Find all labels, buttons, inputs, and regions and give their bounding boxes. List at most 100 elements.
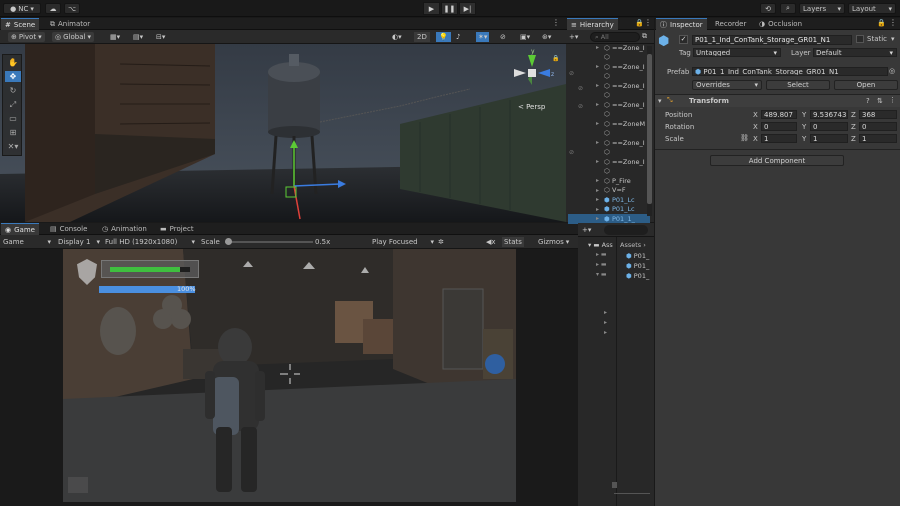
custom-tool-button[interactable]: ✕▾ bbox=[5, 141, 21, 152]
visibility-icon[interactable]: ⊘ bbox=[578, 85, 583, 92]
project-divider[interactable] bbox=[616, 237, 617, 506]
tree-item[interactable]: ▾ ▬ bbox=[596, 271, 607, 278]
tab-animation[interactable]: ◷ Animation bbox=[98, 223, 151, 235]
lock-icon[interactable]: 🔒 bbox=[552, 55, 559, 62]
static-checkbox[interactable] bbox=[856, 35, 864, 43]
open-button[interactable]: Open bbox=[834, 80, 898, 90]
hierarchy-item[interactable]: ▸ ⬡ V=F bbox=[568, 186, 650, 196]
search-button[interactable]: ⌕ bbox=[780, 3, 796, 14]
tag-dropdown[interactable]: Untagged ▾ bbox=[693, 48, 781, 57]
rotate-tool-button[interactable]: ↻ bbox=[5, 85, 21, 96]
account-dropdown[interactable]: ● NC ▾ bbox=[3, 3, 41, 14]
collab-button[interactable]: ⌥ bbox=[64, 3, 80, 14]
active-checkbox[interactable]: ✓ bbox=[679, 35, 688, 44]
zoom-slider[interactable] bbox=[614, 493, 650, 494]
prefab-field[interactable]: ⬢ P01_1_Ind_ConTank_Storage_GR01_N1 bbox=[692, 67, 888, 76]
tree-item[interactable]: ▸ bbox=[604, 329, 607, 336]
more-menu-icon[interactable]: ⋮ bbox=[889, 18, 897, 27]
lighting-toggle[interactable]: 💡 bbox=[436, 32, 451, 42]
audio-toggle[interactable]: ♪ bbox=[456, 32, 460, 42]
hierarchy-item[interactable]: ▸ ⬡ P_Fire bbox=[568, 176, 650, 186]
add-component-button[interactable]: Add Component bbox=[710, 155, 844, 166]
more-menu-icon[interactable]: ⋮ bbox=[644, 18, 652, 27]
target-icon[interactable]: ◎ bbox=[889, 67, 895, 75]
display-dropdown[interactable]: Display 1 ▾ bbox=[58, 237, 100, 247]
cloud-button[interactable]: ☁ bbox=[45, 3, 61, 14]
select-button[interactable]: Select bbox=[766, 80, 830, 90]
visibility-icon[interactable]: ⊘ bbox=[569, 149, 574, 156]
view-tool-button[interactable]: ✋ bbox=[5, 57, 21, 68]
hierarchy-search-input[interactable]: ⌕ All bbox=[590, 32, 640, 42]
help-icon[interactable]: ? bbox=[866, 97, 870, 105]
hidden-objects-toggle[interactable]: ⊘ bbox=[500, 32, 506, 42]
hierarchy-item[interactable]: ▸ ⬡ ==Zone_I bbox=[568, 157, 650, 167]
scale-slider-handle[interactable] bbox=[225, 238, 232, 245]
gizmos-dropdown[interactable]: Gizmos ▾ bbox=[538, 237, 569, 247]
expand-arrow-icon[interactable]: ▸ bbox=[596, 196, 604, 203]
expand-arrow-icon[interactable]: ▸ bbox=[596, 139, 604, 146]
global-toggle[interactable]: ◎ Global ▾ bbox=[52, 32, 94, 42]
expand-arrow-icon[interactable]: ▸ bbox=[596, 177, 604, 184]
hierarchy-item[interactable]: ▸ ⬡ ==Zone_I bbox=[568, 138, 650, 148]
play-button[interactable]: ▶ bbox=[423, 2, 440, 15]
pause-button[interactable]: ❚❚ bbox=[441, 2, 458, 15]
draw-mode-button[interactable]: ◐▾ bbox=[392, 32, 402, 42]
rotation-x-field[interactable]: 0 bbox=[761, 122, 797, 131]
stats-toggle[interactable]: Stats bbox=[502, 237, 524, 247]
object-name-field[interactable]: P01_1_Ind_ConTank_Storage_GR01_N1 bbox=[692, 35, 852, 45]
hierarchy-item[interactable]: ⬡ bbox=[568, 148, 650, 158]
game-viewport[interactable]: 100% bbox=[63, 249, 516, 502]
play-focused-dropdown[interactable]: Play Focused ▾ bbox=[372, 237, 434, 247]
display-target-dropdown[interactable]: Game ▾ bbox=[3, 237, 51, 247]
layer-dropdown[interactable]: Default ▾ bbox=[813, 48, 897, 57]
tab-occlusion[interactable]: ◑ Occlusion bbox=[755, 18, 806, 30]
hierarchy-item[interactable]: ▸ ⬢ P01_Lc bbox=[568, 195, 650, 205]
align-button[interactable]: ⊟▾ bbox=[156, 32, 165, 42]
hierarchy-item[interactable]: ⬡ bbox=[568, 167, 650, 177]
more-menu-icon[interactable]: ⋮ bbox=[889, 96, 896, 104]
visibility-icon[interactable]: ⊘ bbox=[578, 103, 583, 110]
hierarchy-item[interactable]: ▸ ⬡ ==Zone_I bbox=[568, 43, 650, 53]
project-search-input[interactable] bbox=[604, 225, 648, 235]
mute-toggle[interactable]: ◀x bbox=[486, 237, 496, 247]
position-z-field[interactable]: 368 bbox=[859, 110, 897, 119]
project-tree-root[interactable]: ▾ ▬ Ass bbox=[588, 241, 613, 249]
scene-viewport[interactable]: ✋ ✥ ↻ ⤢ ▭ ⊞ ✕▾ y z < Persp 🔒 bbox=[0, 44, 566, 222]
mode-2d-toggle[interactable]: 2D bbox=[414, 32, 430, 42]
rotation-y-field[interactable]: 0 bbox=[810, 122, 848, 131]
expand-arrow-icon[interactable]: ▸ bbox=[596, 44, 604, 51]
tab-project[interactable]: ▬ Project bbox=[156, 223, 198, 235]
resolution-dropdown[interactable]: Full HD (1920x1080) ▾ bbox=[105, 237, 195, 247]
asset-file[interactable]: ⬢ P01_ bbox=[626, 252, 649, 260]
scale-slider[interactable] bbox=[225, 238, 313, 245]
presets-icon[interactable]: ⇅ bbox=[877, 97, 883, 105]
asset-file[interactable]: ⬢ P01_ bbox=[626, 262, 649, 270]
gizmos-button[interactable]: ⊛▾ bbox=[542, 32, 551, 42]
hierarchy-scroll-thumb[interactable] bbox=[647, 54, 652, 204]
tab-console[interactable]: ▤ Console bbox=[46, 223, 91, 235]
tree-item[interactable]: ▸ ▬ bbox=[596, 251, 607, 258]
scale-z-field[interactable]: 1 bbox=[859, 134, 897, 143]
expand-arrow-icon[interactable]: ▸ bbox=[596, 63, 604, 70]
more-menu-icon[interactable]: ⋮ bbox=[552, 18, 560, 27]
assets-breadcrumb[interactable]: Assets › bbox=[620, 241, 646, 249]
create-button[interactable]: +▾ bbox=[582, 225, 591, 235]
hierarchy-scrollbar[interactable] bbox=[647, 46, 652, 216]
hierarchy-item[interactable]: ⬡ bbox=[568, 72, 650, 82]
tree-item[interactable]: ▸ ▬ bbox=[596, 261, 607, 268]
history-button[interactable]: ⟲ bbox=[760, 3, 776, 14]
create-button[interactable]: +▾ bbox=[569, 32, 578, 42]
tab-scene[interactable]: # Scene bbox=[1, 18, 40, 30]
filter-icon[interactable]: ⧉ bbox=[642, 32, 647, 41]
project-scroll-thumb[interactable] bbox=[612, 482, 617, 488]
expand-arrow-icon[interactable]: ▸ bbox=[596, 158, 604, 165]
scale-y-field[interactable]: 1 bbox=[810, 134, 848, 143]
hierarchy-item[interactable]: ▸ ⬡ ==Zone_I bbox=[568, 62, 650, 72]
rotation-z-field[interactable]: 0 bbox=[859, 122, 897, 131]
expand-arrow-icon[interactable]: ▸ bbox=[596, 101, 604, 108]
snap-increment-button[interactable]: ▤▾ bbox=[133, 32, 143, 42]
step-button[interactable]: ▶| bbox=[459, 2, 476, 15]
tree-item[interactable]: ▸ bbox=[604, 319, 607, 326]
overrides-dropdown[interactable]: Overrides ▾ bbox=[692, 80, 762, 90]
hierarchy-item[interactable]: ⬡ bbox=[568, 110, 650, 120]
